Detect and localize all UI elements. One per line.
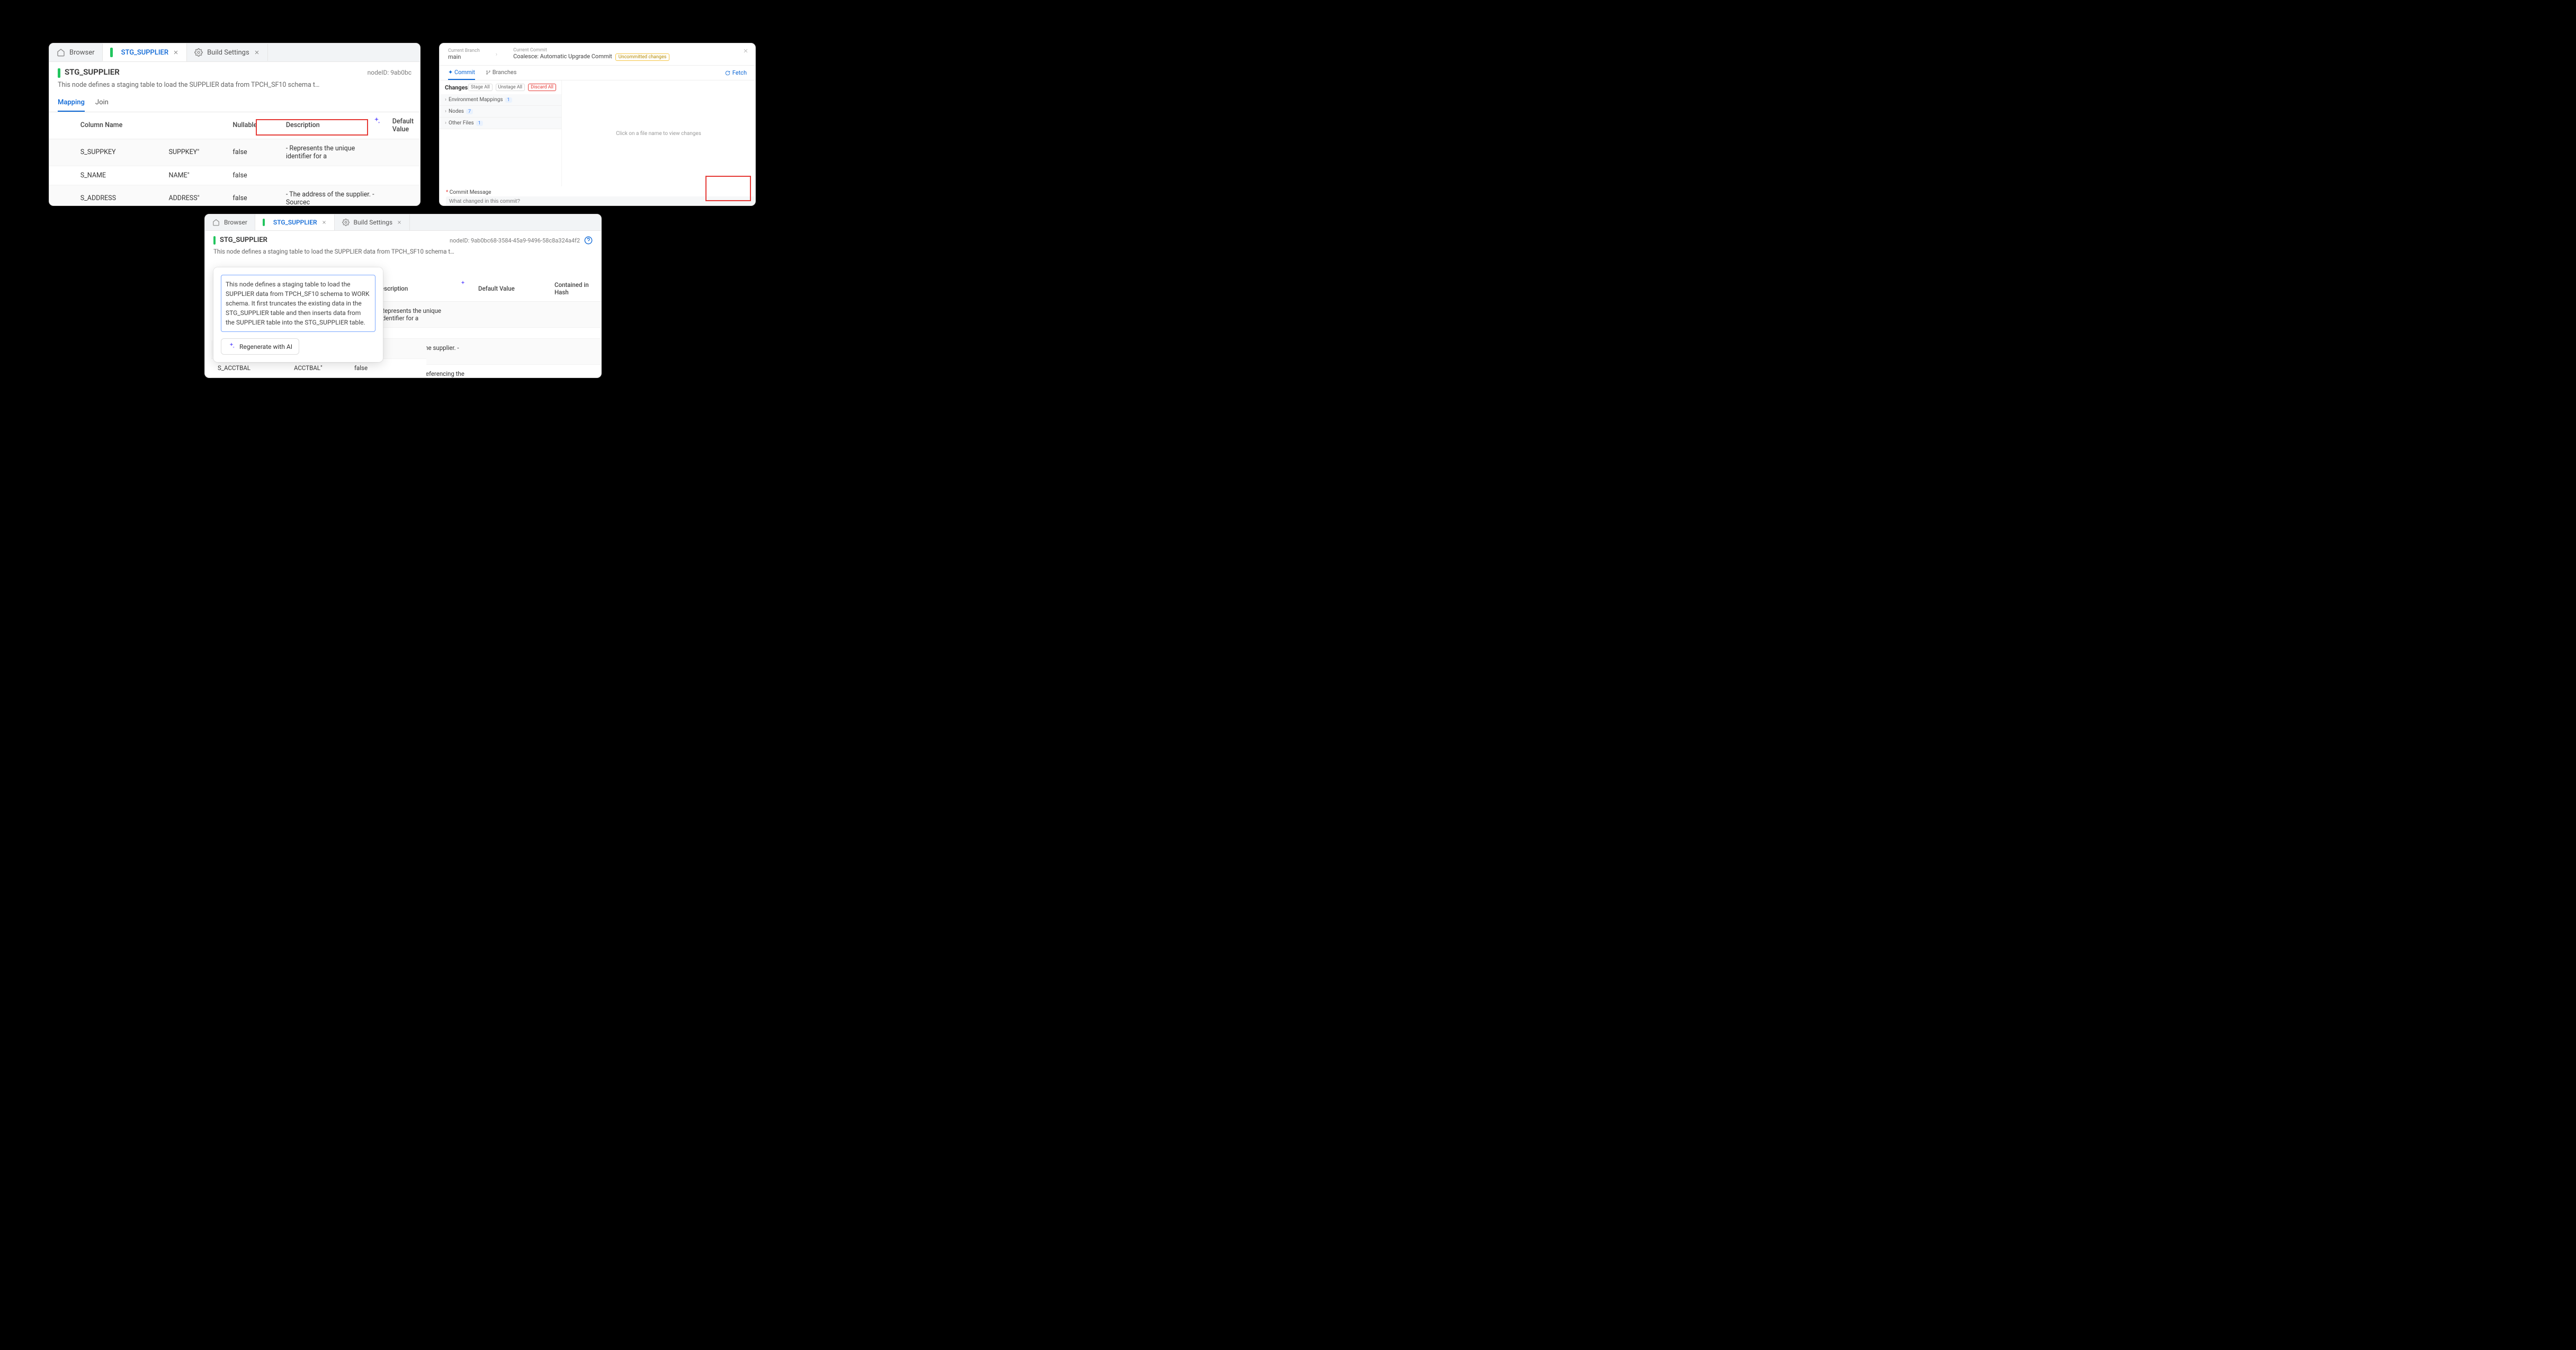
tab-stg-supplier-label: STG_SUPPLIER — [273, 219, 317, 226]
changes-panel: Changes Stage All Unstage All Discard Al… — [440, 80, 562, 186]
mapping-table: Column Name Nullable Description Default… — [49, 112, 420, 205]
close-icon[interactable] — [254, 49, 260, 56]
panel-git: Current Branch main › Current Commit Coa… — [440, 43, 755, 205]
tab-stg-supplier[interactable]: STG_SUPPLIER — [103, 43, 187, 61]
tab-build-settings[interactable]: Build Settings — [335, 214, 410, 230]
tab-branches[interactable]: Branches — [486, 66, 517, 80]
chevron-right-icon: › — [445, 109, 446, 114]
page-title: STG_SUPPLIER — [220, 236, 267, 244]
subtab-mapping[interactable]: Mapping — [58, 94, 85, 112]
ai-description-textbox[interactable]: This node defines a staging table to loa… — [221, 275, 375, 332]
crumb-branch[interactable]: Current Branch main — [448, 48, 480, 60]
canvas: Browser STG_SUPPLIER Build Settings STG_… — [0, 0, 813, 429]
chevron-right-icon: › — [445, 120, 446, 126]
gear-icon — [342, 219, 350, 226]
chevron-right-icon: › — [496, 51, 497, 58]
table-row[interactable]: S_NAMENAME"false — [49, 166, 420, 185]
commit-message-input[interactable] — [446, 196, 755, 205]
git-tabs: ✦ Commit Branches Fetch — [440, 66, 755, 80]
header: STG_SUPPLIER nodeID: 9ab0bc This node de… — [49, 62, 420, 94]
tab-browser-label: Browser — [224, 219, 247, 226]
tab-browser[interactable]: Browser — [49, 44, 103, 61]
discard-all-button[interactable]: Discard All — [528, 84, 556, 91]
col-name: Column Name — [74, 112, 163, 139]
sparkle-icon[interactable] — [459, 280, 467, 289]
col-description: Description — [280, 112, 386, 139]
node-description: This node defines a staging table to loa… — [58, 78, 412, 94]
col-contained-in-hash: Contained in Hash — [548, 276, 601, 302]
header: STG_SUPPLIER nodeID: 9ab0bc68-3584-45a9-… — [205, 231, 601, 260]
diff-placeholder: Click on a file name to view changes — [562, 80, 755, 186]
panel-stg-supplier-mapping: Browser STG_SUPPLIER Build Settings STG_… — [49, 43, 420, 205]
home-icon — [57, 48, 65, 57]
home-icon — [212, 219, 220, 226]
unstage-all-button[interactable]: Unstage All — [496, 84, 525, 91]
node-description: This node defines a staging table to loa… — [213, 245, 593, 260]
table-row[interactable]: S_COMMENTCOMMENT"true — [211, 377, 426, 378]
commit-message-label: * Commit Message — [440, 186, 755, 196]
tab-build-settings-label: Build Settings — [207, 49, 249, 57]
col-description: escription — [374, 276, 472, 302]
branch-icon — [486, 70, 491, 75]
breadcrumb: Current Branch main › Current Commit Coa… — [440, 43, 755, 66]
fetch-icon — [725, 70, 730, 76]
tab-commit[interactable]: ✦ Commit — [448, 66, 475, 80]
crumb-commit[interactable]: Current Commit Coalesce: Automatic Upgra… — [513, 48, 669, 61]
tree-item[interactable]: ›Nodes7 — [440, 106, 561, 118]
tabbar: Browser STG_SUPPLIER Build Settings — [205, 214, 601, 231]
changes-title: Changes — [445, 84, 468, 91]
tab-browser-label: Browser — [69, 49, 95, 57]
table-row[interactable]: Represents the unique identifier for a — [374, 302, 601, 328]
stage-all-button[interactable]: Stage All — [468, 84, 493, 91]
tabbar: Browser STG_SUPPLIER Build Settings — [49, 43, 420, 62]
table-row[interactable] — [374, 328, 601, 339]
tab-stg-supplier[interactable]: STG_SUPPLIER — [255, 214, 335, 230]
table-row[interactable]: S_ADDRESSADDRESS"false- The address of t… — [49, 185, 420, 205]
col-default: Default Value — [386, 112, 420, 139]
close-icon[interactable] — [397, 220, 402, 225]
chevron-right-icon: › — [445, 97, 446, 103]
commit-icon: ✦ — [448, 69, 453, 76]
node-color-icon — [213, 236, 216, 245]
close-icon[interactable] — [321, 220, 327, 225]
tab-build-settings[interactable]: Build Settings — [187, 44, 268, 61]
tree-item[interactable]: ›Environment Mappings1 — [440, 94, 561, 106]
tab-build-settings-label: Build Settings — [354, 219, 393, 226]
page-title: STG_SUPPLIER — [65, 67, 120, 77]
col-nullable: Nullable — [226, 112, 279, 139]
tab-stg-supplier-label: STG_SUPPLIER — [121, 49, 169, 57]
subtab-join[interactable]: Join — [95, 94, 109, 112]
close-icon[interactable] — [173, 49, 179, 56]
fetch-button[interactable]: Fetch — [725, 66, 747, 80]
sparkle-icon[interactable] — [372, 116, 381, 127]
tree-item[interactable]: ›Other Files1 — [440, 118, 561, 129]
subtabs: Mapping Join — [49, 94, 420, 112]
ai-description-popover: This node defines a staging table to loa… — [213, 267, 383, 362]
help-icon[interactable] — [584, 236, 593, 245]
sparkle-icon — [228, 342, 235, 351]
table-row[interactable]: S_SUPPKEYSUPPKEY"false- Represents the u… — [49, 139, 420, 166]
node-id: nodeID: 9ab0bc — [368, 69, 412, 76]
node-id: nodeID: 9ab0bc68-3584-45a9-9496-58c8a324… — [450, 237, 580, 244]
node-color-icon — [58, 68, 60, 78]
node-color-icon — [263, 219, 265, 226]
gear-icon — [194, 48, 203, 57]
tab-browser[interactable]: Browser — [205, 214, 255, 230]
node-color-icon — [110, 48, 113, 57]
close-icon[interactable] — [743, 48, 749, 54]
regenerate-button[interactable]: Regenerate with AI — [221, 338, 299, 355]
uncommitted-badge: Uncommitted changes — [615, 53, 670, 61]
panel-stg-supplier-detail: Browser STG_SUPPLIER Build Settings STG_… — [205, 214, 601, 377]
col-default: Default Value — [472, 276, 548, 302]
